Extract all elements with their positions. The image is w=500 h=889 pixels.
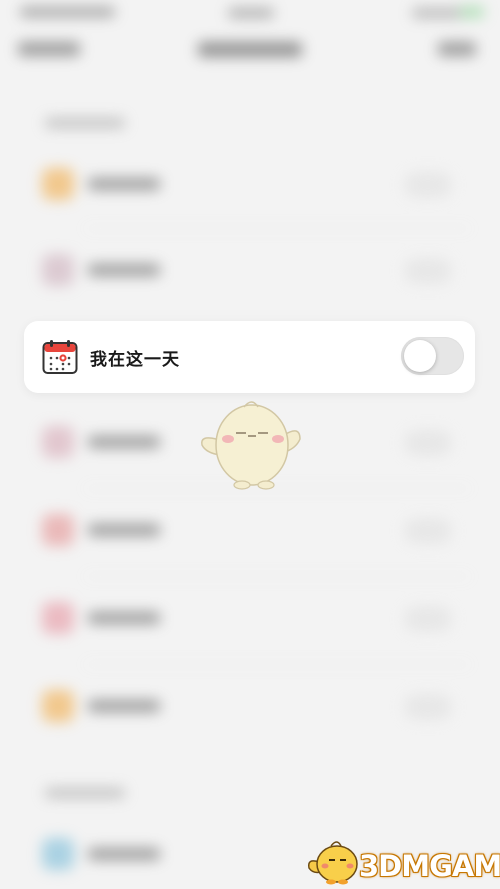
- setting-toggle[interactable]: [401, 337, 464, 375]
- chick-mascot-icon: [307, 841, 358, 885]
- row-toggle[interactable]: [404, 694, 452, 720]
- section-header: [45, 118, 125, 128]
- status-time: [228, 8, 274, 18]
- row-toggle[interactable]: [404, 518, 452, 544]
- setting-row[interactable]: [30, 160, 470, 208]
- row-label: [88, 264, 160, 276]
- divider: [85, 228, 470, 229]
- mascot-icon: [201, 401, 301, 490]
- row-label: [88, 612, 160, 624]
- row-icon: [42, 254, 74, 286]
- nav-title: [198, 42, 302, 57]
- setting-label: 我在这一天: [90, 350, 180, 369]
- calendar-icon: [42, 340, 78, 374]
- status-bar: [0, 0, 500, 28]
- nav-back-button[interactable]: [18, 42, 80, 56]
- toggle-knob[interactable]: [404, 340, 436, 372]
- setting-row[interactable]: [30, 594, 470, 642]
- row-toggle[interactable]: [404, 430, 452, 456]
- setting-row[interactable]: [30, 506, 470, 554]
- setting-row[interactable]: [30, 246, 470, 294]
- setting-row[interactable]: [30, 682, 470, 730]
- row-label: [88, 178, 160, 190]
- row-icon: [42, 426, 74, 458]
- row-label: [88, 524, 160, 536]
- row-icon: [42, 602, 74, 634]
- row-label: [88, 848, 160, 860]
- section-header: [45, 788, 125, 798]
- row-toggle[interactable]: [404, 606, 452, 632]
- battery-icon: [460, 6, 484, 18]
- status-carrier: [20, 7, 115, 17]
- row-label: [88, 436, 160, 448]
- divider: [85, 664, 470, 665]
- watermark: 3DMGAME: [305, 836, 500, 886]
- row-label: [88, 700, 160, 712]
- watermark-text: 3DMGAME: [359, 849, 500, 883]
- row-icon: [42, 514, 74, 546]
- nav-action-button[interactable]: [438, 42, 476, 56]
- row-icon: [42, 838, 74, 870]
- row-toggle[interactable]: [404, 172, 452, 198]
- divider: [85, 576, 470, 577]
- row-toggle[interactable]: [404, 258, 452, 284]
- row-icon: [42, 690, 74, 722]
- row-icon: [42, 168, 74, 200]
